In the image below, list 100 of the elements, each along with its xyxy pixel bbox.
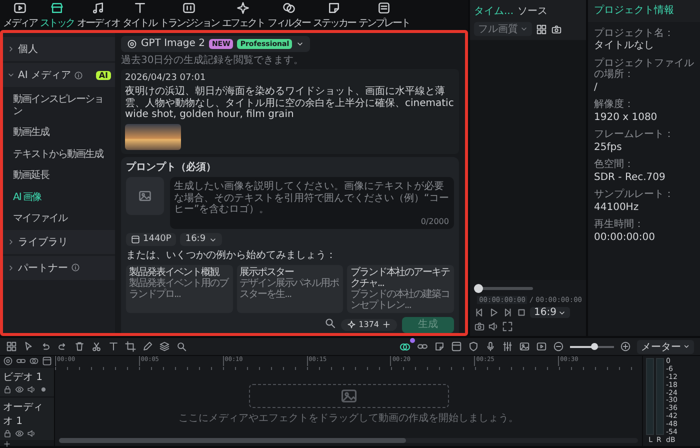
example-card[interactable]: ブランド本社のアーキテクチャ... ブランドの本社の建築コンセプトレン... bbox=[347, 265, 454, 314]
sparkle-icon bbox=[346, 320, 356, 330]
layout-grid-icon[interactable] bbox=[6, 341, 17, 352]
lock-icon[interactable] bbox=[3, 385, 12, 394]
speaker-icon[interactable] bbox=[27, 429, 36, 438]
history-prompt: 夜明けの浜辺、朝日が海面を染めるワイドショット、画面に水平線と薄雲、人物や動物なし、タイトル用に空の余白を上半分に確保、cinematic wide shot, golden hour, film grain bbox=[125, 86, 455, 121]
nav-section[interactable]: パートナー bbox=[3, 256, 115, 280]
frame-icon bbox=[131, 235, 140, 244]
eye-icon[interactable] bbox=[15, 385, 24, 394]
nav-item[interactable]: AI 画像 bbox=[3, 186, 115, 208]
frame-icon[interactable] bbox=[42, 356, 52, 366]
pointer-icon[interactable] bbox=[23, 341, 34, 352]
step-back-icon[interactable] bbox=[474, 307, 485, 318]
panel-tab[interactable]: ソース bbox=[518, 4, 548, 18]
crop-icon[interactable] bbox=[125, 341, 136, 352]
toolbar-tab[interactable]: オーディオ bbox=[76, 0, 120, 30]
examples-label: または、いくつかの例から始めてみましょう： bbox=[126, 250, 337, 262]
double-circle-icon[interactable] bbox=[399, 340, 411, 352]
speaker-icon[interactable] bbox=[488, 321, 499, 332]
history-date: 2026/04/23 07:01 bbox=[125, 73, 207, 84]
playback-slider[interactable] bbox=[474, 284, 534, 293]
toolbar-tab[interactable]: ストック bbox=[39, 0, 75, 30]
toolbar-tab[interactable]: タイトル bbox=[122, 0, 158, 30]
meter-dropdown[interactable]: メーター bbox=[637, 340, 694, 354]
toolbar-tab[interactable]: ステッカー bbox=[312, 0, 356, 30]
nav-item[interactable]: 動画生成 bbox=[3, 122, 115, 144]
nav-item[interactable]: 動画延長 bbox=[3, 165, 115, 186]
toolbar-tab[interactable]: エフェクト bbox=[221, 0, 266, 30]
nav-section[interactable]: ライブラリ bbox=[3, 230, 115, 254]
image-icon[interactable] bbox=[519, 341, 530, 352]
resolution-dropdown[interactable]: 1440P bbox=[126, 233, 176, 246]
fullscreen-icon[interactable] bbox=[502, 321, 513, 332]
example-title: 展示ポスター bbox=[240, 267, 294, 278]
eye-icon[interactable] bbox=[15, 429, 24, 438]
zoom-thumb[interactable] bbox=[591, 342, 598, 350]
quality-dropdown[interactable]: フル画質 bbox=[474, 22, 532, 36]
info-value: 1920 x 1080 bbox=[594, 112, 658, 123]
stop-icon[interactable] bbox=[516, 307, 527, 318]
horizontal-scrollbar[interactable] bbox=[59, 438, 638, 443]
example-title: 製品発表イベント概観 bbox=[129, 267, 220, 278]
undo-icon[interactable] bbox=[40, 341, 51, 352]
nav-section[interactable]: AI メディア AI bbox=[3, 63, 115, 87]
filter-icon bbox=[282, 0, 296, 14]
camera-icon[interactable] bbox=[551, 24, 562, 34]
example-title: ブランド本社のアーキテクチャ... bbox=[350, 267, 451, 290]
sliders-icon[interactable] bbox=[502, 341, 513, 352]
lock-icon[interactable] bbox=[3, 429, 12, 438]
microphone-icon[interactable] bbox=[485, 341, 496, 352]
info-value: / bbox=[594, 82, 598, 93]
aspect-ratio-dropdown[interactable]: 16:9 bbox=[530, 307, 570, 318]
shield-icon[interactable] bbox=[468, 341, 479, 352]
ai-badge: AI bbox=[96, 70, 111, 80]
credit-count: 1374 bbox=[358, 320, 379, 330]
film-icon[interactable] bbox=[536, 341, 547, 352]
example-description: デザイン展示パネル用ポスターを生... bbox=[240, 278, 340, 300]
search-icon[interactable] bbox=[324, 317, 336, 330]
step-forward-icon[interactable] bbox=[502, 307, 513, 318]
example-card[interactable]: 製品発表イベント概観 製品発表イベント用のブランドプロ... bbox=[126, 265, 233, 314]
panel-tab[interactable]: タイム... bbox=[474, 4, 514, 18]
info-value: 44100Hz bbox=[594, 202, 640, 213]
toolbar-tab[interactable]: トランジション bbox=[158, 0, 220, 30]
text-icon[interactable] bbox=[108, 341, 119, 352]
frame-icon[interactable] bbox=[451, 341, 462, 352]
pen-icon[interactable] bbox=[142, 341, 153, 352]
nav-item[interactable]: テキストから動画生成 bbox=[3, 144, 115, 165]
scissors-icon[interactable] bbox=[91, 341, 102, 352]
aperture-icon bbox=[127, 38, 137, 49]
toolbar-tab[interactable]: メディア bbox=[2, 0, 38, 30]
trash-icon[interactable] bbox=[74, 341, 85, 352]
nav-item[interactable]: 動画インスピレーション bbox=[3, 89, 115, 122]
redo-icon[interactable] bbox=[57, 341, 68, 352]
nav-item[interactable]: マイファイル bbox=[3, 208, 115, 230]
speaker-icon[interactable] bbox=[27, 385, 36, 394]
photo-placeholder[interactable] bbox=[125, 124, 181, 150]
double-circle-icon[interactable] bbox=[29, 356, 39, 366]
template-icon bbox=[377, 0, 391, 14]
grid-icon[interactable] bbox=[536, 24, 547, 34]
layers-icon[interactable] bbox=[159, 341, 170, 352]
toolbar-tab[interactable]: フィルター bbox=[266, 0, 311, 30]
play-icon[interactable] bbox=[488, 307, 499, 318]
example-description: ブランドの本社の建築コンセプトレン... bbox=[350, 289, 450, 312]
zoom-out-icon[interactable] bbox=[553, 341, 564, 352]
dot-icon[interactable] bbox=[39, 385, 48, 394]
sticker-icon[interactable] bbox=[434, 341, 445, 352]
caret-right-icon bbox=[7, 45, 15, 53]
search-icon[interactable] bbox=[176, 341, 187, 352]
caret-right-icon bbox=[7, 264, 15, 272]
camera-icon[interactable] bbox=[474, 321, 485, 332]
nav-section[interactable]: 個人 bbox=[3, 37, 115, 61]
text-icon bbox=[132, 0, 146, 14]
ratio-dropdown[interactable]: 16:9 bbox=[180, 233, 222, 246]
toolbar-tab[interactable]: テンプレート bbox=[358, 0, 410, 30]
track-name: ビデオ 1 bbox=[3, 371, 44, 384]
example-card[interactable]: 展示ポスター デザイン展示パネル用ポスターを生... bbox=[236, 265, 344, 314]
plus-icon[interactable] bbox=[3, 440, 11, 448]
zoom-in-icon[interactable] bbox=[620, 341, 631, 352]
store-icon bbox=[50, 0, 64, 14]
image-upload-button[interactable] bbox=[126, 177, 164, 216]
slider-thumb[interactable] bbox=[474, 284, 483, 293]
link-icon[interactable] bbox=[16, 356, 26, 366]
